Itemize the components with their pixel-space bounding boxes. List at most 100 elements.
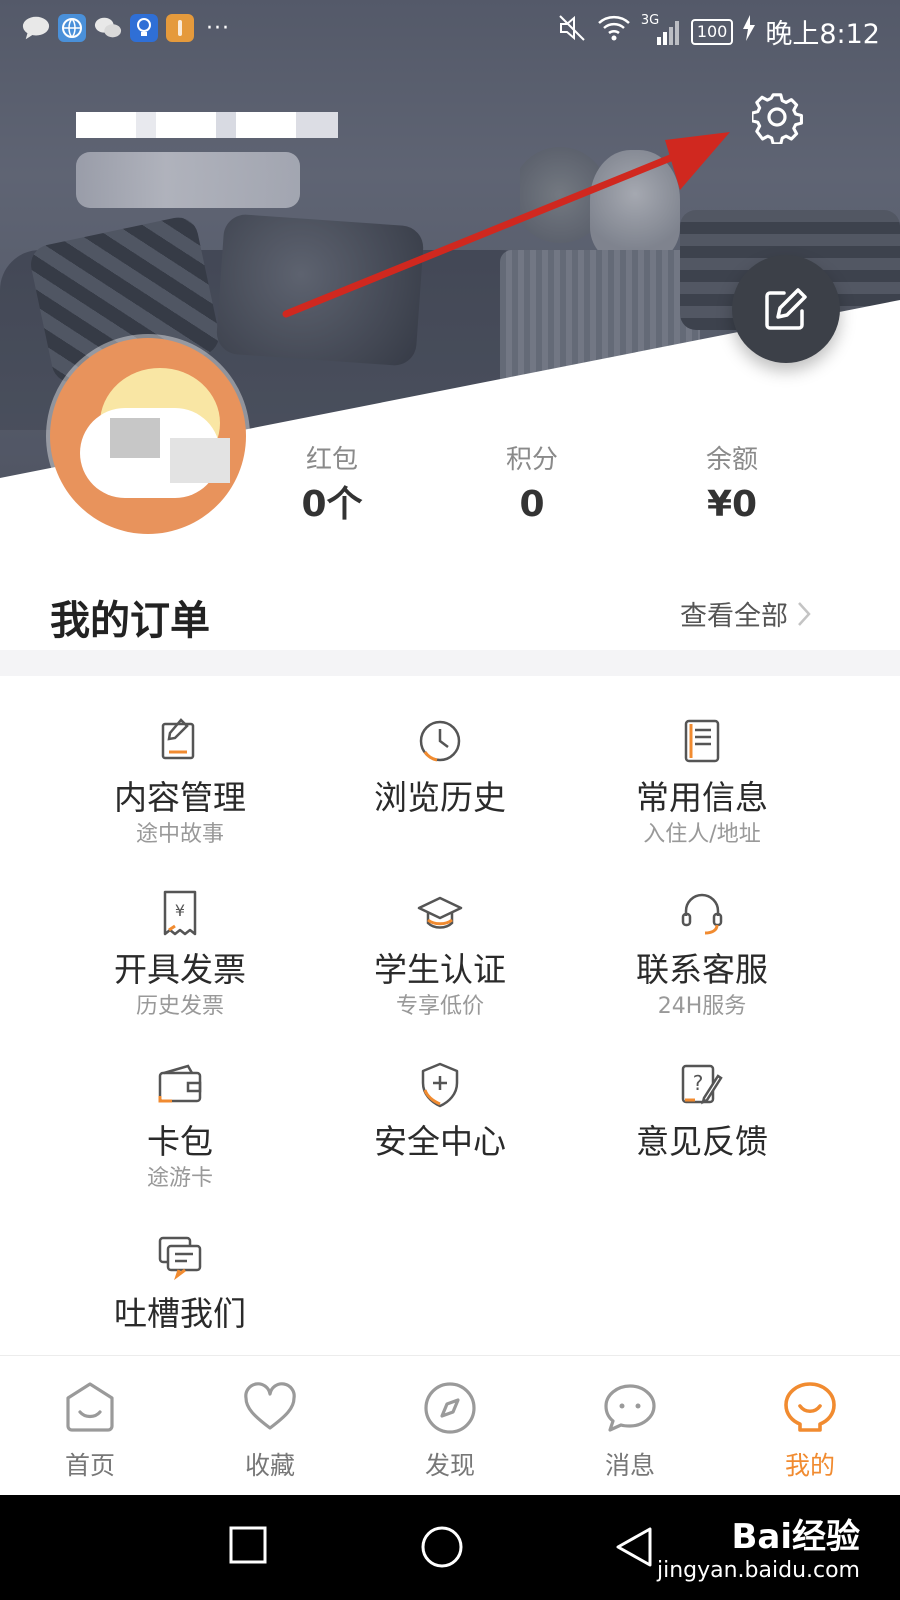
service-feedback[interactable]: ? 意见反馈 (552, 1044, 852, 1214)
lightbulb-notification-icon (130, 14, 158, 42)
stat-balance[interactable]: 余额 ¥0 (632, 440, 832, 540)
wechat-notification-icon (94, 14, 122, 42)
service-subtitle (290, 820, 590, 850)
service-title: 安全中心 (374, 1122, 506, 1161)
service-title: 联系客服 (636, 950, 768, 989)
stat-label: 余额 (705, 445, 758, 475)
bottom-tab-bar: 首页 收藏 发现 消息 我的 (0, 1355, 900, 1495)
cell-signal-icon: 3G (641, 13, 681, 47)
status-bar: ··· 3G 100 晚上8:12 (0, 0, 900, 60)
my-orders-header: 我的订单 查看全部 (0, 580, 900, 650)
service-frequent-info[interactable]: 常用信息 入住人/地址 (552, 700, 852, 870)
service-invoice[interactable]: ¥ 开具发票 历史发票 (30, 872, 330, 1042)
section-title: 我的订单 (50, 598, 210, 644)
service-title: 吐槽我们 (114, 1294, 246, 1333)
service-complain[interactable]: 吐槽我们 (30, 1216, 330, 1355)
chat-icon (158, 1236, 202, 1281)
service-content-management[interactable]: 内容管理 途中故事 (30, 700, 330, 870)
edit-doc-icon (161, 718, 195, 760)
home-icon (66, 1382, 114, 1432)
user-name-redacted[interactable] (76, 112, 338, 138)
system-navigation-bar: Bai经验 jingyan.baidu.com (0, 1495, 900, 1600)
wifi-icon (597, 14, 631, 49)
service-subtitle: 途游卡 (146, 1166, 213, 1191)
tab-me[interactable]: 我的 (720, 1356, 900, 1495)
services-grid: 内容管理 途中故事 浏览历史 常用信息 入住人/地址 ¥ 开具发票 历史发票 学… (0, 700, 900, 1355)
browser-notification-icon (58, 14, 86, 42)
tab-label: 消息 (604, 1451, 655, 1480)
stat-label: 积分 (505, 445, 558, 475)
status-time: 晚上8:12 (765, 19, 880, 50)
tab-label: 首页 (64, 1451, 115, 1480)
svg-text:¥: ¥ (175, 901, 185, 920)
section-divider (0, 650, 900, 676)
view-all-orders-link[interactable]: 查看全部 (680, 594, 812, 633)
service-title: 学生认证 (374, 950, 506, 989)
stat-red-packets[interactable]: 红包 0个 (232, 440, 432, 540)
service-subtitle: 24H服务 (657, 994, 747, 1019)
chevron-right-icon (798, 601, 811, 626)
settings-gear-icon[interactable] (750, 92, 804, 146)
heart-icon (244, 1382, 296, 1430)
app-notification-icon (166, 14, 194, 42)
home-button[interactable] (420, 1525, 464, 1573)
service-security-center[interactable]: 安全中心 (290, 1044, 590, 1214)
service-subtitle: 入住人/地址 (643, 822, 761, 847)
edit-icon (765, 288, 807, 330)
headset-icon (681, 893, 723, 935)
service-student-verification[interactable]: 学生认证 专享低价 (290, 872, 590, 1042)
service-title: 常用信息 (636, 778, 768, 817)
wallet-icon (158, 1064, 202, 1103)
mute-icon (557, 13, 587, 50)
graduation-cap-icon (417, 896, 463, 929)
service-customer-support[interactable]: 联系客服 24H服务 (552, 872, 852, 1042)
service-subtitle (30, 1336, 330, 1355)
edit-profile-button[interactable] (732, 255, 840, 363)
watermark-main: Bai经验 (731, 1517, 860, 1557)
user-level-redacted[interactable] (76, 152, 300, 208)
charging-icon (743, 15, 756, 48)
service-card-wallet[interactable]: 卡包 途游卡 (30, 1044, 330, 1214)
tab-discover[interactable]: 发现 (360, 1356, 540, 1495)
service-browse-history[interactable]: 浏览历史 (290, 700, 590, 870)
profile-icon (784, 1382, 836, 1432)
info-doc-icon (684, 719, 720, 763)
clock-icon (419, 720, 461, 762)
service-title: 浏览历史 (374, 778, 506, 817)
service-subtitle (552, 1164, 852, 1194)
tab-messages[interactable]: 消息 (540, 1356, 720, 1495)
shield-icon (421, 1062, 459, 1108)
stat-points[interactable]: 积分 0 (432, 440, 632, 540)
tab-favorites[interactable]: 收藏 (180, 1356, 360, 1495)
triangle-back-icon (616, 1527, 652, 1567)
service-title: 意见反馈 (636, 1122, 768, 1161)
service-title: 内容管理 (114, 778, 246, 817)
account-stats: 红包 0个 积分 0 余额 ¥0 (232, 440, 900, 540)
view-all-label: 查看全部 (680, 601, 788, 632)
avatar[interactable] (50, 338, 246, 534)
square-icon (229, 1526, 267, 1564)
watermark-url: jingyan.baidu.com (656, 1558, 860, 1583)
service-subtitle (290, 1164, 590, 1194)
stat-value: 0 (519, 484, 545, 525)
circle-icon (421, 1526, 463, 1568)
service-subtitle: 历史发票 (135, 994, 224, 1019)
tab-label: 发现 (424, 1451, 475, 1480)
recent-apps-button[interactable] (228, 1525, 268, 1569)
service-title: 开具发票 (114, 950, 246, 989)
stat-label: 红包 (305, 445, 358, 475)
more-notifications-icon: ··· (206, 15, 230, 41)
feedback-icon: ? (681, 1064, 723, 1105)
stat-value: 0个 (301, 484, 363, 525)
stat-value: ¥0 (706, 484, 758, 525)
tab-label: 我的 (784, 1451, 835, 1480)
service-subtitle: 途中故事 (135, 822, 224, 847)
tab-home[interactable]: 首页 (0, 1356, 180, 1495)
baidu-jingyan-watermark: Bai经验 jingyan.baidu.com (657, 1509, 860, 1583)
svg-text:?: ? (693, 1071, 704, 1095)
invoice-icon: ¥ (163, 890, 197, 936)
tab-label: 收藏 (244, 1451, 295, 1480)
back-button[interactable] (612, 1525, 656, 1573)
battery-indicator: 100 (690, 18, 734, 45)
compass-icon (424, 1382, 476, 1434)
